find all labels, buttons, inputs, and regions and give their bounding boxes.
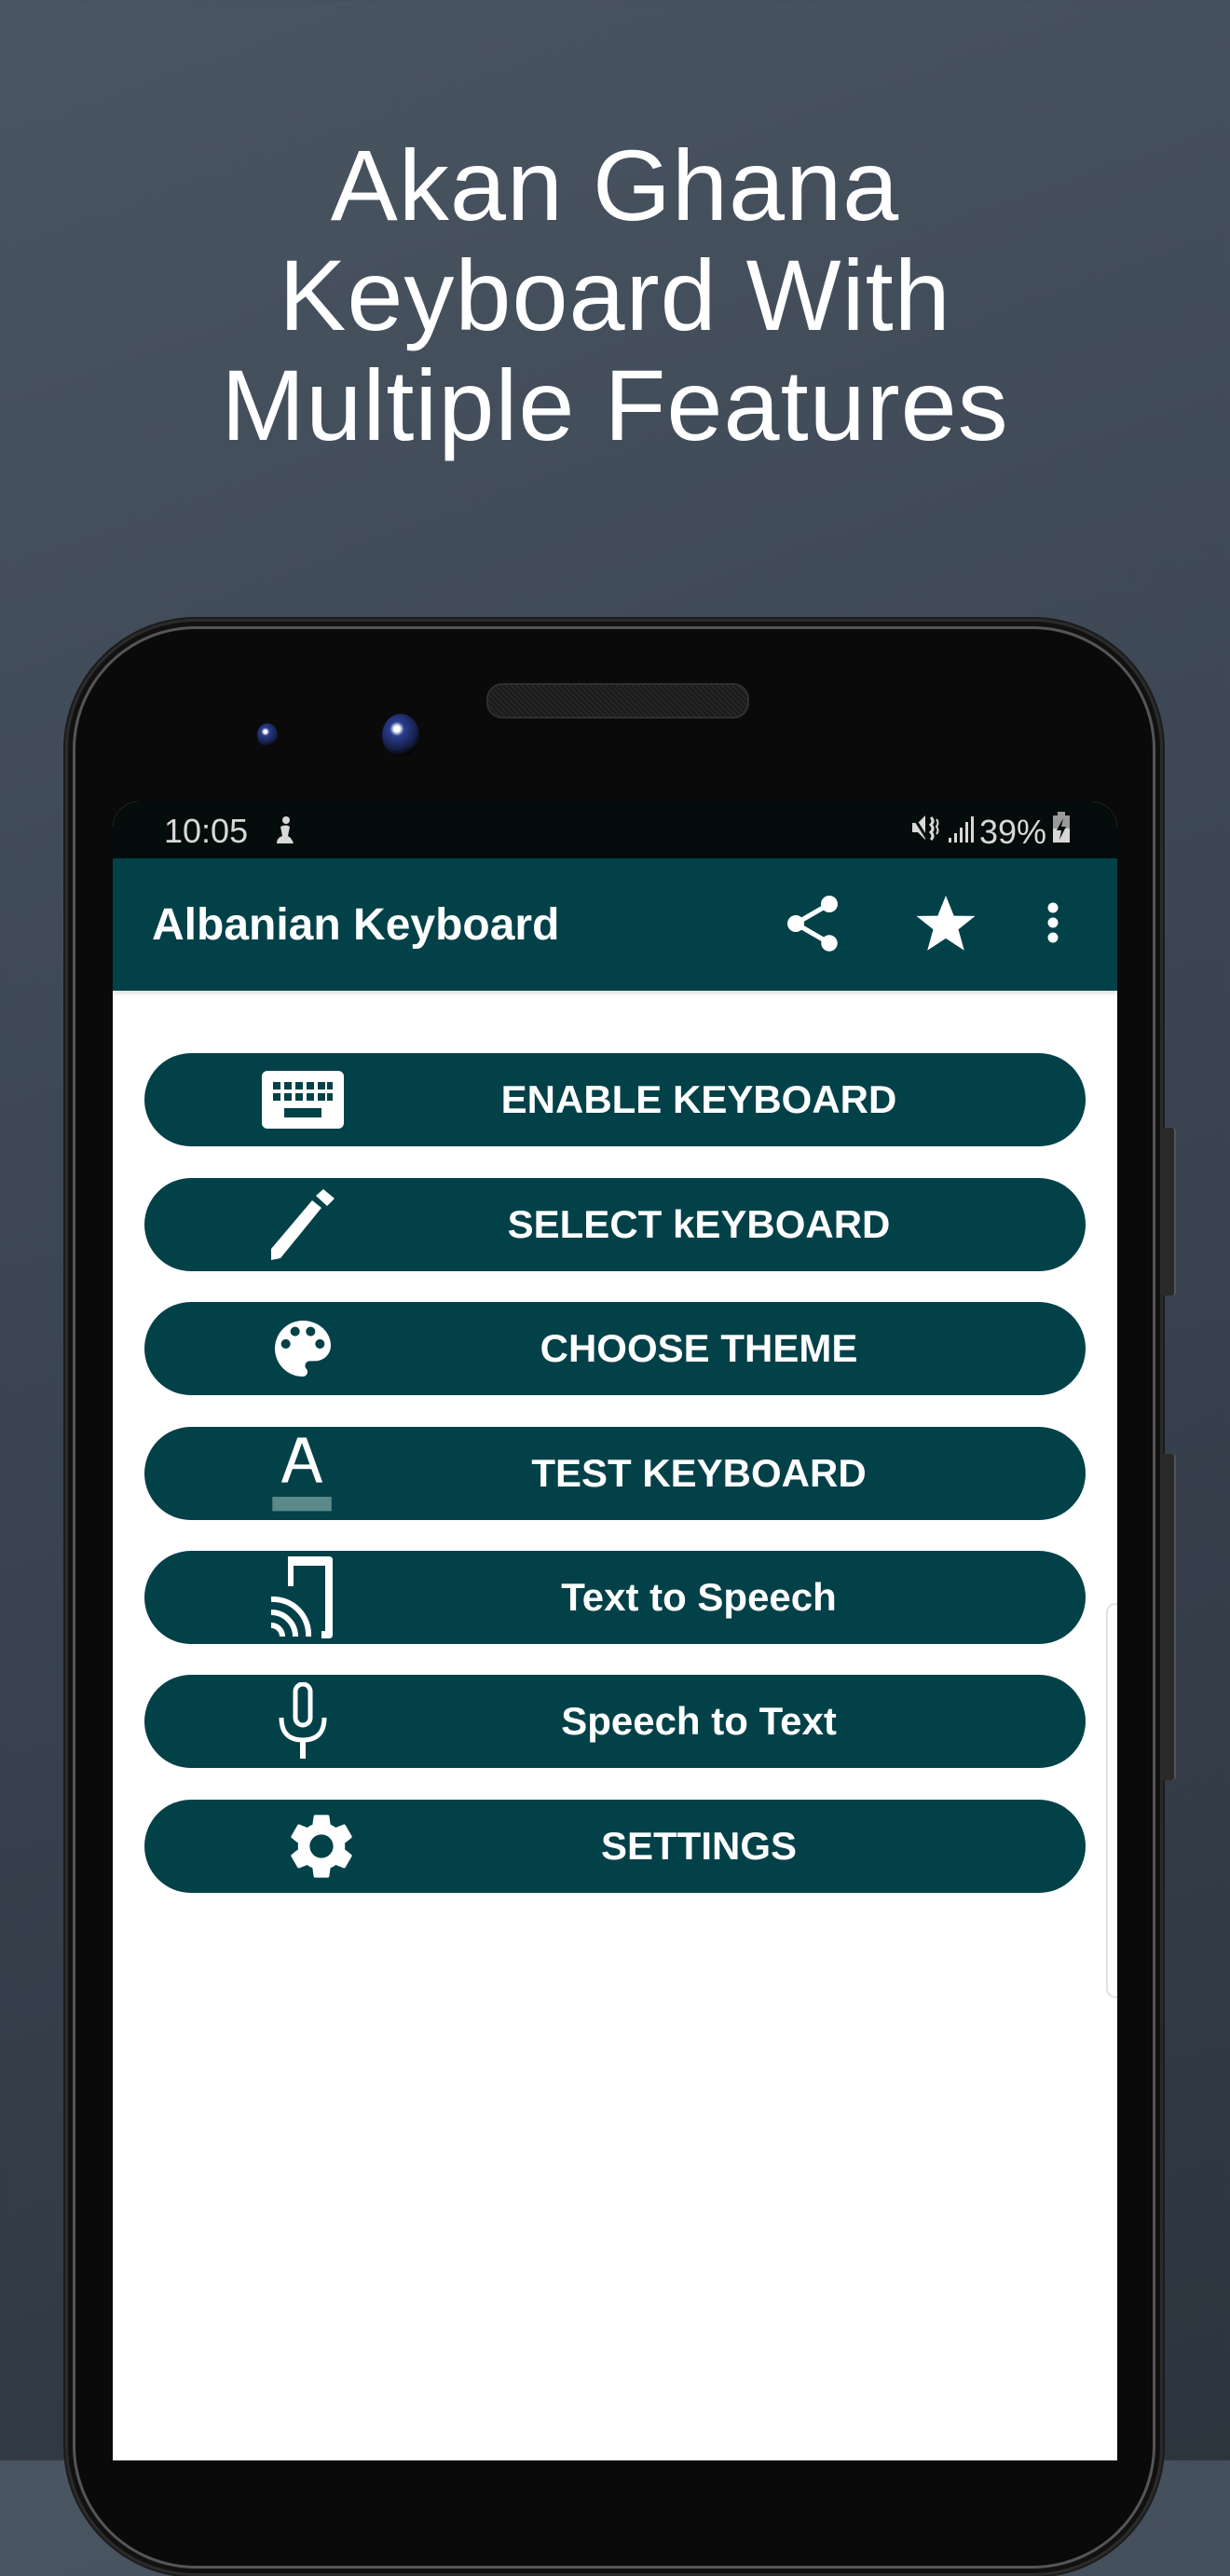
battery-percent: 39% — [978, 812, 1046, 851]
share-icon — [787, 896, 838, 952]
status-right-group: 39% — [909, 812, 1071, 852]
battery-charging-icon — [1052, 812, 1071, 852]
signal-icon — [948, 813, 974, 852]
app-title: Albanian Keyboard — [152, 900, 560, 950]
headline-line-1: Akan Ghana — [330, 129, 900, 241]
settings-label: SETTINGS — [600, 1824, 798, 1868]
status-time: 10:05 — [164, 812, 249, 850]
front-camera-large — [382, 714, 419, 757]
accessibility-icon — [273, 815, 297, 854]
test-keyboard-button[interactable]: TEST KEYBOARD — [144, 1427, 1086, 1520]
select-keyboard-label: SELECT kEYBOARD — [507, 1202, 891, 1246]
test-keyboard-label: TEST KEYBOARD — [531, 1451, 867, 1495]
select-keyboard-button[interactable]: SELECT kEYBOARD — [144, 1178, 1086, 1271]
more-vert-icon — [1047, 902, 1059, 943]
choose-theme-button[interactable]: CHOOSE THEME — [144, 1302, 1086, 1395]
app-toolbar: Albanian Keyboard — [113, 858, 1117, 991]
choose-theme-label: CHOOSE THEME — [540, 1326, 858, 1370]
speech-to-text-label: Speech to Text — [561, 1699, 837, 1743]
settings-button[interactable]: SETTINGS — [144, 1800, 1086, 1893]
text-to-speech-button[interactable]: Text to Speech — [144, 1551, 1086, 1644]
phone-power-button — [1163, 1454, 1176, 1780]
enable-keyboard-button[interactable]: ENABLE KEYBOARD — [144, 1053, 1086, 1146]
phone-screen: 10:05 39% Albanian Keyboard ENABLE KEYBO… — [113, 802, 1117, 2460]
enable-keyboard-label: ENABLE KEYBOARD — [500, 1077, 897, 1121]
phone-volume-button — [1163, 1128, 1176, 1295]
overflow-menu-button[interactable] — [1030, 890, 1076, 957]
vibrate-mute-icon — [909, 812, 942, 852]
speech-to-text-button[interactable]: Speech to Text — [144, 1675, 1086, 1768]
scroll-edge-indicator[interactable] — [1106, 1603, 1117, 1998]
text-to-speech-label: Text to Speech — [561, 1575, 837, 1619]
headline-line-3: Multiple Features — [221, 349, 1009, 461]
rate-button[interactable] — [912, 890, 979, 957]
front-camera-small — [257, 723, 278, 747]
headline-line-2: Keyboard With — [279, 239, 951, 351]
star-icon — [916, 896, 976, 951]
promo-headline: Akan Ghana Keyboard With Multiple Featur… — [0, 130, 1230, 460]
share-button[interactable] — [779, 890, 846, 957]
status-bar: 10:05 39% — [113, 802, 1117, 858]
phone-earpiece — [486, 683, 749, 719]
